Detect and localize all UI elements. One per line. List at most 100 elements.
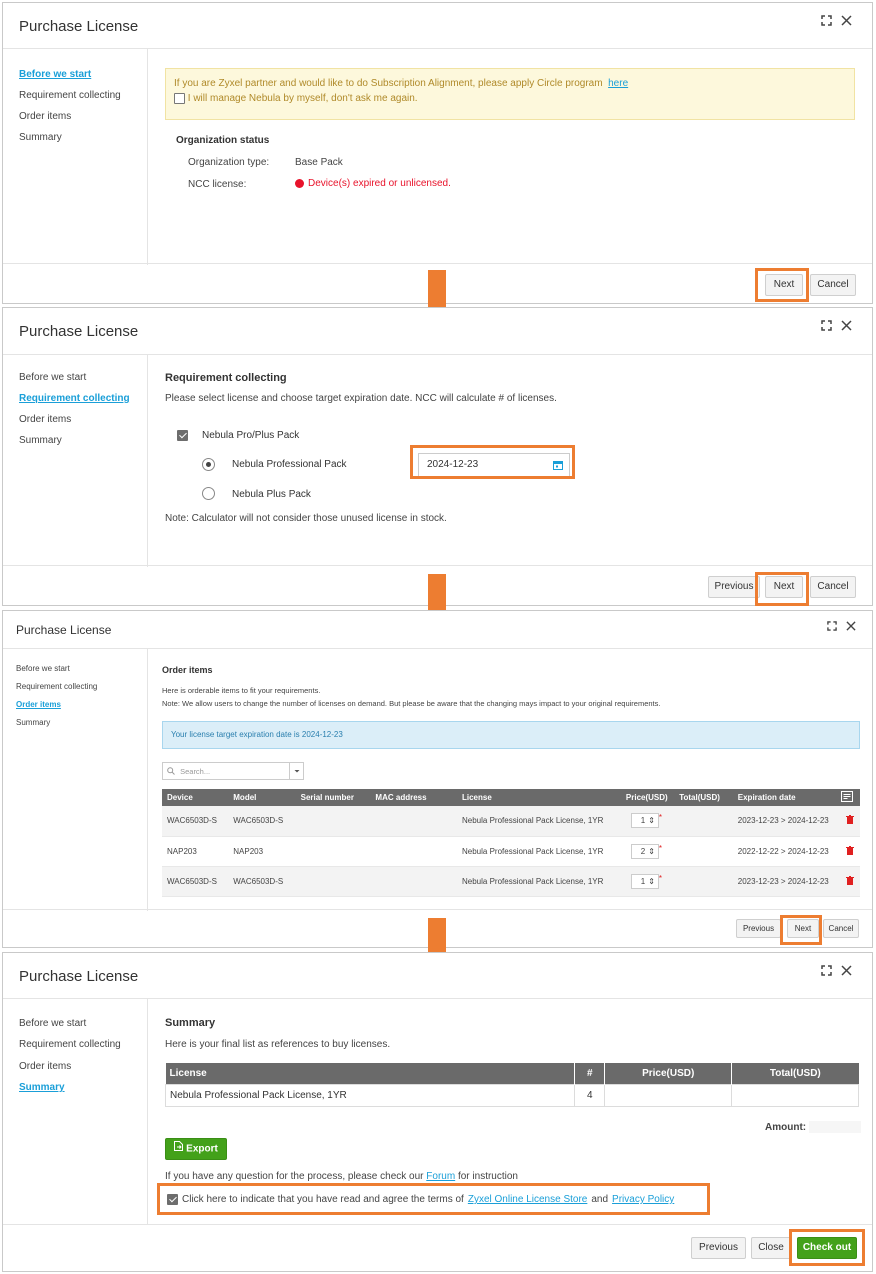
close-icon[interactable] [841,965,852,976]
col-mac: MAC address [370,789,457,806]
search-placeholder: Search... [180,767,211,776]
close-icon[interactable] [846,621,856,631]
nav-before-we-start[interactable]: Before we start [16,664,70,673]
export-label: Export [186,1143,218,1155]
close-button[interactable]: Close [751,1237,791,1259]
plus-pack-label: Nebula Plus Pack [232,489,311,500]
quantity-stepper[interactable]: 1 ⇕ [630,873,659,889]
steps-sidebar: Before we start Requirement collecting O… [3,649,148,911]
col-total: Total(USD) [731,1063,859,1084]
nav-order-items[interactable]: Order items [19,414,71,425]
maximize-icon[interactable] [821,965,832,976]
quantity-stepper[interactable]: 2 ⇕ [630,843,659,859]
dialog-footer: Previous Close Check out [3,1224,872,1271]
quantity-value: 1 [640,876,646,886]
question-prefix: If you have any question for the process… [165,1171,424,1182]
model-cell: WAC6503D-S [228,806,296,837]
nav-summary[interactable]: Summary [19,435,62,446]
checkout-highlight [789,1229,865,1266]
quantity-value: 2 [640,846,646,856]
dialog-header: Purchase License [3,611,872,649]
expiration-cell: 2023-12-23 > 2024-12-23 [732,866,841,897]
nav-requirement-collecting[interactable]: Requirement collecting [19,1039,121,1050]
order-items-table: Device Model Serial number MAC address L… [162,789,860,897]
purchase-license-dialog-step4: Purchase License Before we start Require… [2,952,873,1272]
table-row: WAC6503D-S WAC6503D-S Nebula Professiona… [162,866,860,897]
delete-icon[interactable] [845,875,854,887]
nav-before-we-start[interactable]: Before we start [19,69,91,80]
device-cell: NAP203 [162,836,229,867]
maximize-icon[interactable] [821,320,832,331]
delete-icon[interactable] [845,815,854,826]
summary-description: Here is your final list as references to… [165,1039,391,1050]
nav-requirement-collecting[interactable]: Requirement collecting [19,393,130,404]
close-icon[interactable] [841,15,852,26]
professional-pack-label: Nebula Professional Pack [232,459,347,470]
nav-order-items[interactable]: Order items [16,700,61,709]
device-cell: WAC6503D-S [162,866,229,897]
target-date-text: Your license target expiration date is 2… [171,730,343,739]
summary-table: License # Price(USD) Total(USD) Nebula P… [164,1063,859,1107]
close-icon[interactable] [841,320,852,331]
next-highlight [755,572,809,606]
requirement-heading: Requirement collecting [165,372,287,384]
stepper-arrows-icon[interactable]: ⇕ [648,816,655,825]
dialog-title: Purchase License [19,968,139,985]
export-button[interactable]: Export [165,1138,227,1160]
stepper-arrows-icon[interactable]: ⇕ [648,847,655,856]
nav-summary[interactable]: Summary [16,718,50,727]
cancel-button[interactable]: Cancel [810,274,856,296]
dialog-title: Purchase License [19,323,139,340]
steps-sidebar: Before we start Requirement collecting O… [3,49,148,265]
col-total: Total(USD) [677,789,733,806]
model-cell: NAP203 [228,836,296,867]
nav-order-items[interactable]: Order items [19,111,71,122]
forum-link[interactable]: Forum [426,1171,455,1182]
nav-before-we-start[interactable]: Before we start [19,1018,86,1029]
date-highlight [410,445,575,479]
table-row: NAP203 NAP203 Nebula Professional Pack L… [162,836,860,867]
nav-summary[interactable]: Summary [19,132,62,143]
notice-text: If you are Zyxel partner and would like … [174,78,603,89]
cancel-button[interactable]: Cancel [823,919,859,938]
previous-button[interactable]: Previous [691,1237,746,1259]
next-highlight [780,915,822,945]
nav-before-we-start[interactable]: Before we start [19,372,86,383]
dialog-header: Purchase License [3,953,872,999]
purchase-license-dialog-step3: Purchase License Before we start Require… [2,610,873,948]
column-settings-icon[interactable] [840,789,860,806]
target-date-banner: Your license target expiration date is 2… [162,721,860,749]
previous-button[interactable]: Previous [708,576,760,598]
professional-pack-radio[interactable] [202,458,215,471]
maximize-icon[interactable] [827,621,837,631]
col-expiration: Expiration date [732,789,841,806]
model-cell: WAC6503D-S [228,866,296,897]
partner-notice-banner: If you are Zyxel partner and would like … [165,68,855,120]
dialog-header: Purchase License [3,3,872,49]
calculator-note: Note: Calculator will not consider those… [165,513,447,524]
col-serial: Serial number [295,789,371,806]
chevron-down-icon[interactable] [289,763,303,779]
quantity-stepper[interactable]: 1 ⇕ [630,813,659,829]
org-type-value: Base Pack [295,157,343,168]
maximize-icon[interactable] [821,15,832,26]
col-price: Price(USD) [604,1063,733,1084]
ncc-license-status: Device(s) expired or unlicensed. [308,178,451,189]
nav-summary[interactable]: Summary [19,1082,65,1093]
col-device: Device [162,789,229,806]
search-input[interactable]: Search... [162,762,304,780]
pro-plus-pack-checkbox[interactable] [177,430,188,441]
ncc-status-dot-icon [295,179,304,188]
nav-order-items[interactable]: Order items [19,1061,71,1072]
delete-icon[interactable] [845,845,854,857]
stepper-arrows-icon[interactable]: ⇕ [648,877,655,886]
price-cell [604,1083,733,1107]
nav-requirement-collecting[interactable]: Requirement collecting [16,682,97,691]
manage-myself-checkbox[interactable] [174,93,185,104]
nav-requirement-collecting[interactable]: Requirement collecting [19,90,121,101]
previous-button[interactable]: Previous [736,919,781,938]
plus-pack-radio[interactable] [202,487,215,500]
cancel-button[interactable]: Cancel [810,576,856,598]
circle-program-link[interactable]: here [608,78,628,89]
export-file-icon [174,1139,184,1159]
